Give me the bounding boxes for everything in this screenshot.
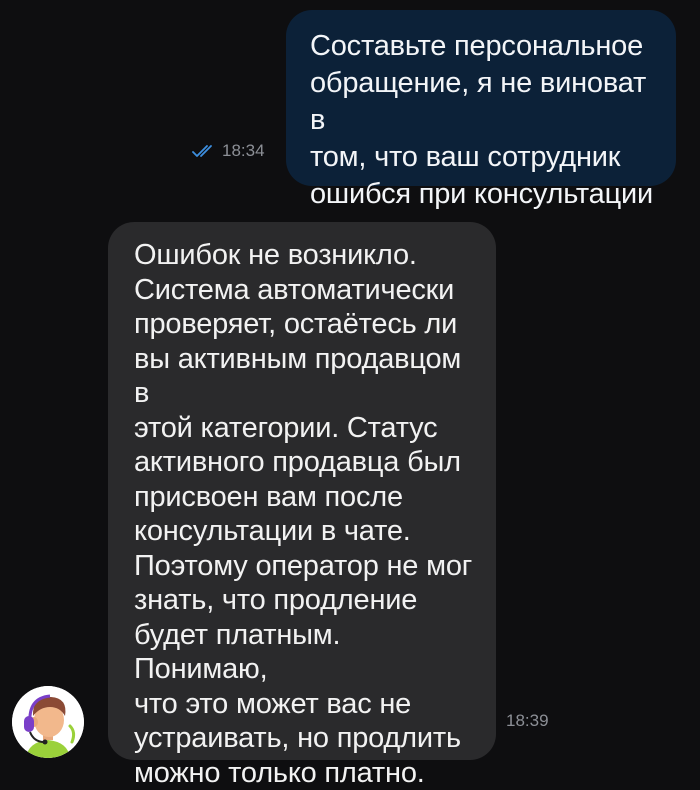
incoming-message-time: 18:39 [506,711,549,730]
outgoing-message-text: Составьте персональное обращение, я не в… [310,30,654,210]
chat-thread: 18:34 Составьте персональное обращение, … [0,0,700,789]
double-check-icon [192,144,218,158]
support-operator-avatar[interactable] [12,686,84,758]
outgoing-message-meta: 18:34 [192,141,265,161]
outgoing-message-bubble[interactable]: Составьте персональное обращение, я не в… [286,10,676,210]
outgoing-message-time: 18:34 [222,141,265,160]
incoming-message-text: Ошибок не возникло. Система автоматическ… [134,239,473,789]
incoming-message-bubble[interactable]: Ошибок не возникло. Система автоматическ… [108,222,496,789]
